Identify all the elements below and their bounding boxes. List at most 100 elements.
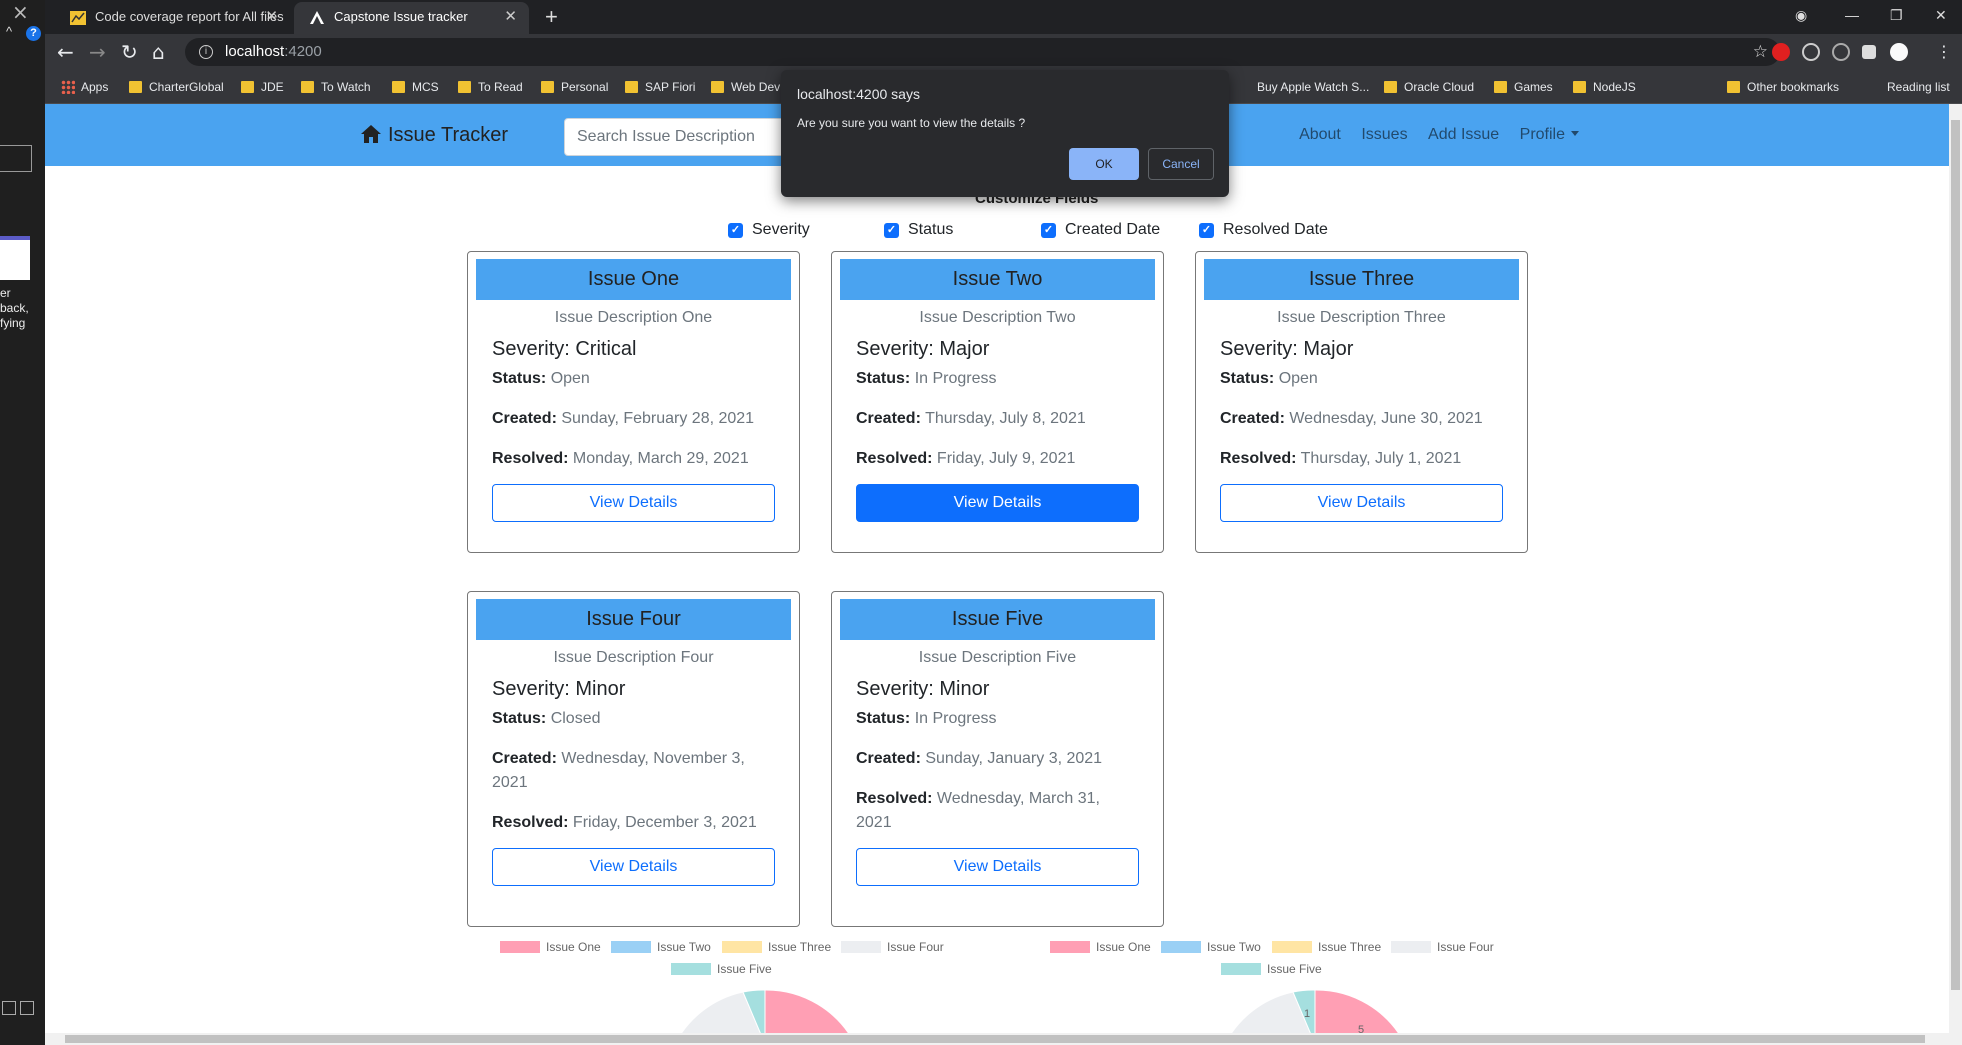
address-bar[interactable]: i localhost:4200 ☆ — [185, 38, 1780, 66]
horizontal-scrollbar[interactable] — [45, 1033, 1962, 1045]
legend-item[interactable]: Issue One — [500, 940, 601, 954]
checkbox-status[interactable]: ✓ Status — [884, 220, 953, 240]
checkbox-created-date[interactable]: ✓ Created Date — [1041, 220, 1160, 240]
navbar-links: About Issues Add Issue Profile — [1283, 104, 1579, 166]
close-tab-icon[interactable]: ✕ — [265, 2, 278, 32]
ok-button[interactable]: OK — [1069, 148, 1139, 180]
issue-card: Issue Four Issue Description Four Severi… — [467, 591, 800, 927]
chart-legend-right: Issue One Issue Two Issue Three Issue Fo… — [1050, 936, 1530, 976]
issue-resolved: Resolved: Friday, December 3, 2021 — [492, 814, 757, 831]
tab-coverage-report[interactable]: Code coverage report for All files ✕ — [55, 2, 290, 34]
issue-title: Issue One — [476, 259, 791, 300]
legend-swatch — [1391, 941, 1431, 953]
more-menu-icon[interactable]: ⋮ — [1936, 39, 1952, 65]
issue-card: Issue One Issue Description One Severity… — [467, 251, 800, 553]
bookmark-apple-watch[interactable]: Buy Apple Watch S... — [1235, 70, 1369, 104]
issue-resolved: Resolved: Wednesday, March 31, 2021 — [856, 790, 1100, 831]
window-close-icon[interactable]: ✕ — [1935, 0, 1947, 30]
issue-title: Issue Three — [1204, 259, 1519, 300]
issue-description: Issue Description One — [554, 309, 713, 326]
checkbox-resolved-date[interactable]: ✓ Resolved Date — [1199, 220, 1328, 240]
issue-resolved: Resolved: Thursday, July 1, 2021 — [1220, 450, 1462, 467]
view-details-button[interactable]: View Details — [492, 848, 775, 886]
checkbox-severity[interactable]: ✓ Severity — [728, 220, 810, 240]
minimize-icon[interactable]: — — [1845, 0, 1859, 30]
view-details-button[interactable]: View Details — [492, 484, 775, 522]
bookmark-apps[interactable]: Apps — [59, 70, 108, 104]
legend-item[interactable]: Issue Five — [671, 962, 772, 976]
bookmark-other[interactable]: Other bookmarks — [1725, 70, 1839, 104]
restore-icon[interactable]: ❐ — [1890, 0, 1903, 30]
bookmark-folder[interactable]: Games — [1492, 70, 1553, 104]
chevron-up-icon[interactable]: ^ — [6, 24, 12, 39]
vertical-scrollbar[interactable] — [1949, 104, 1962, 1033]
extension-react-icon[interactable] — [1802, 43, 1820, 61]
cancel-button[interactable]: Cancel — [1148, 148, 1214, 180]
issue-created: Created: Wednesday, November 3, 2021 — [492, 750, 745, 791]
bookmark-folder[interactable]: CharterGlobal — [127, 70, 224, 104]
legend-item[interactable]: Issue One — [1050, 940, 1151, 954]
pie-slice[interactable] — [764, 989, 855, 1033]
folder-icon — [1573, 81, 1586, 93]
bookmark-folder[interactable]: To Watch — [299, 70, 371, 104]
legend-item[interactable]: Issue Three — [1272, 940, 1381, 954]
legend-item[interactable]: Issue Three — [722, 940, 831, 954]
issue-status: Status: Closed — [492, 710, 601, 727]
view-details-button[interactable]: View Details — [856, 848, 1139, 886]
bookmark-folder[interactable]: MCS — [390, 70, 439, 104]
folder-icon — [392, 81, 405, 93]
site-info-icon[interactable]: i — [199, 45, 213, 59]
nav-link-issues[interactable]: Issues — [1361, 126, 1407, 143]
bookmark-folder[interactable]: Oracle Cloud — [1382, 70, 1474, 104]
issue-description: Issue Description Five — [918, 649, 1077, 666]
bookmark-folder[interactable]: Personal — [539, 70, 608, 104]
reload-icon[interactable]: ↻ — [121, 39, 138, 65]
nav-link-about[interactable]: About — [1299, 126, 1341, 143]
bookmark-folder[interactable]: SAP Fiori — [623, 70, 695, 104]
view-details-button[interactable]: View Details — [856, 484, 1139, 522]
close-icon[interactable]: × — [12, 0, 29, 24]
scrollbar-thumb[interactable] — [1951, 120, 1960, 990]
bookmark-folder[interactable]: NodeJS — [1571, 70, 1636, 104]
legend-item[interactable]: Issue Two — [1161, 940, 1261, 954]
desktop-input-box[interactable] — [0, 145, 32, 172]
legend-item[interactable]: Issue Two — [611, 940, 711, 954]
issue-title: Issue Five — [840, 599, 1155, 640]
legend-swatch — [671, 963, 711, 975]
tab-capstone[interactable]: Capstone Issue tracker ✕ — [294, 2, 529, 34]
legend-item[interactable]: Issue Five — [1221, 962, 1322, 976]
bookmark-reading-list[interactable]: Reading list — [1865, 70, 1950, 104]
chevron-down-icon — [1571, 131, 1579, 136]
close-tab-icon[interactable]: ✕ — [504, 2, 517, 32]
folder-icon — [458, 81, 471, 93]
bookmark-folder[interactable]: To Read — [456, 70, 523, 104]
avatar[interactable] — [1890, 43, 1908, 61]
back-icon[interactable]: ← — [57, 39, 74, 65]
issue-description: Issue Description Two — [919, 309, 1076, 326]
bookmark-star-icon[interactable]: ☆ — [1753, 38, 1768, 66]
extension-red-icon[interactable] — [1772, 43, 1790, 61]
extension-circle-icon[interactable] — [1832, 43, 1850, 61]
bookmark-folder[interactable]: Web Dev — [709, 70, 780, 104]
extensions-puzzle-icon[interactable] — [1862, 45, 1876, 59]
issue-created: Created: Wednesday, June 30, 2021 — [1220, 410, 1483, 427]
pie-data-label: 1 — [1304, 1008, 1310, 1020]
legend-item[interactable]: Issue Four — [1391, 940, 1494, 954]
view-details-button[interactable]: View Details — [1220, 484, 1503, 522]
profile-menu-icon[interactable]: ◉ — [1795, 0, 1807, 30]
nav-link-add-issue[interactable]: Add Issue — [1428, 126, 1499, 143]
legend-item[interactable]: Issue Four — [841, 940, 944, 954]
scrollbar-thumb[interactable] — [65, 1035, 1925, 1043]
desktop-side-text: er back, fying — [0, 286, 29, 330]
bookmark-folder[interactable]: JDE — [239, 70, 284, 104]
navbar-brand[interactable]: Issue Tracker — [360, 104, 508, 166]
forward-icon[interactable]: → — [89, 39, 106, 65]
help-icon[interactable]: ? — [26, 26, 41, 41]
angular-favicon-icon — [310, 11, 324, 24]
nav-link-profile[interactable]: Profile — [1520, 126, 1579, 143]
home-icon[interactable]: ⌂ — [152, 39, 165, 65]
url-port: :4200 — [284, 43, 322, 60]
confirm-dialog: localhost:4200 says Are you sure you wan… — [781, 70, 1229, 197]
issue-severity: Severity: Major — [1220, 338, 1354, 360]
new-tab-icon[interactable]: + — [545, 2, 558, 32]
